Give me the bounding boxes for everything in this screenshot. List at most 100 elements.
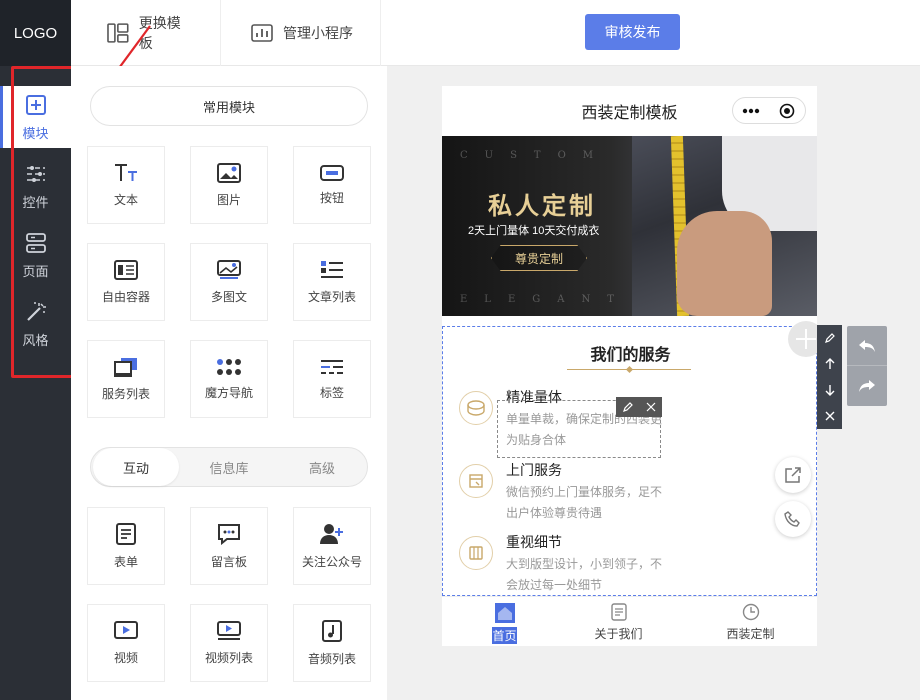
multi-image-icon bbox=[217, 259, 241, 279]
module-button[interactable]: 按钮 bbox=[293, 146, 371, 224]
service-item[interactable]: 重视细节 大到版型设计，小到领子，不会放过每一处细节 bbox=[459, 532, 799, 602]
text-icon bbox=[115, 163, 137, 181]
banner-ghost-top: CUSTOM bbox=[460, 150, 611, 161]
measure-icon bbox=[459, 391, 493, 425]
category-tabs: 互动 信息库 高级 bbox=[90, 447, 368, 487]
share-button[interactable] bbox=[775, 457, 811, 493]
article-list-icon bbox=[321, 260, 343, 278]
tile-label: 文本 bbox=[113, 192, 138, 207]
undo-icon[interactable] bbox=[847, 326, 887, 366]
document-icon bbox=[610, 603, 627, 621]
publish-button[interactable]: 审核发布 bbox=[585, 14, 680, 50]
delete-icon[interactable] bbox=[817, 403, 842, 429]
clock-icon bbox=[742, 603, 759, 621]
more-icon bbox=[733, 98, 769, 123]
bottom-tab-bar: 首页 关于我们 西装定制 bbox=[442, 596, 817, 646]
service-name: 重视细节 bbox=[506, 534, 562, 550]
service-name: 上门服务 bbox=[506, 462, 562, 478]
container-icon bbox=[114, 259, 138, 280]
pages-icon bbox=[25, 232, 46, 253]
tile-label: 标签 bbox=[319, 385, 344, 400]
page-preview: 西装定制模板 CUSTOM ELEGANT 私人定制 2天上门量体 10天交付成… bbox=[442, 86, 817, 646]
section-tool-strip bbox=[817, 325, 842, 429]
move-down-icon[interactable] bbox=[817, 377, 842, 403]
suit-detail-icon bbox=[459, 536, 493, 570]
sidebar-item-label: 控件 bbox=[22, 194, 49, 210]
module-video[interactable]: 视频 bbox=[87, 604, 165, 682]
sliders-icon bbox=[26, 165, 45, 182]
tabbar-item-home[interactable]: 首页 bbox=[442, 603, 567, 644]
module-grid-nav[interactable]: 魔方导航 bbox=[190, 340, 268, 418]
redo-icon[interactable] bbox=[847, 366, 887, 406]
module-video-list[interactable]: 视频列表 bbox=[190, 604, 268, 682]
sidebar-item-label: 页面 bbox=[22, 263, 49, 279]
tab-interaction[interactable]: 互动 bbox=[93, 448, 179, 486]
module-service-list[interactable]: 服务列表 bbox=[87, 340, 165, 418]
title-divider-dot bbox=[625, 365, 634, 374]
tabbar-item-suit[interactable]: 西装定制 bbox=[688, 603, 813, 642]
page-title: 西装定制模板 bbox=[581, 105, 678, 122]
magic-wand-icon bbox=[26, 301, 46, 321]
grid-nav-icon bbox=[217, 358, 241, 375]
common-modules-header[interactable]: 常用模块 bbox=[90, 86, 368, 126]
tile-label: 音频列表 bbox=[307, 651, 356, 666]
move-up-icon[interactable] bbox=[817, 351, 842, 377]
sidebar-item-pages[interactable]: 页面 bbox=[0, 224, 71, 286]
tile-label: 服务列表 bbox=[101, 386, 150, 401]
services-title: 我们的服务 bbox=[590, 347, 671, 364]
service-desc: 大到版型设计，小到领子，不会放过每一处细节 bbox=[506, 557, 663, 592]
module-text[interactable]: 文本 bbox=[87, 146, 165, 224]
left-sidebar: LOGO 模块 控件 页面 风格 bbox=[0, 0, 71, 700]
service-desc: 微信预约上门量体服务，足不出户体验尊贵待遇 bbox=[506, 485, 663, 520]
tags-icon bbox=[321, 359, 343, 374]
tile-label: 视频 bbox=[113, 650, 138, 665]
sidebar-item-label: 风格 bbox=[22, 332, 49, 348]
module-free-container[interactable]: 自由容器 bbox=[87, 243, 165, 321]
logo: LOGO bbox=[0, 0, 71, 66]
tab-label: 管理小程序 bbox=[283, 25, 353, 41]
service-list-icon bbox=[114, 357, 137, 377]
banner-photo-hand bbox=[677, 211, 772, 316]
edit-icon[interactable] bbox=[817, 325, 842, 351]
banner-cta-button[interactable]: 尊贵定制 bbox=[491, 245, 587, 271]
close-icon[interactable] bbox=[639, 397, 662, 417]
history-panel bbox=[847, 326, 887, 406]
module-article-list[interactable]: 文章列表 bbox=[293, 243, 371, 321]
module-follow-account[interactable]: 关注公众号 bbox=[293, 507, 371, 585]
hero-banner[interactable]: CUSTOM ELEGANT 私人定制 2天上门量体 10天交付成衣 尊贵定制 bbox=[442, 136, 817, 316]
module-form[interactable]: 表单 bbox=[87, 507, 165, 585]
door-service-icon bbox=[459, 464, 493, 498]
video-icon bbox=[114, 620, 138, 639]
banner-ghost-bottom: ELEGANT bbox=[460, 294, 631, 305]
module-image[interactable]: 图片 bbox=[190, 146, 268, 224]
tile-label: 多图文 bbox=[210, 289, 247, 304]
tile-label: 视频列表 bbox=[204, 650, 253, 665]
tabbar-item-about[interactable]: 关于我们 bbox=[556, 603, 681, 642]
module-audio-list[interactable]: 音频列表 bbox=[293, 604, 371, 682]
audio-list-icon bbox=[322, 619, 342, 642]
service-item[interactable]: 上门服务 微信预约上门量体服务，足不出户体验尊贵待遇 bbox=[459, 460, 799, 530]
tab-manage-miniprogram[interactable]: 管理小程序 bbox=[221, 0, 381, 66]
top-bar: 更换模板 管理小程序 审核发布 bbox=[71, 0, 920, 66]
sidebar-item-style[interactable]: 风格 bbox=[0, 293, 71, 355]
tile-label: 关注公众号 bbox=[301, 554, 362, 569]
sidebar-item-modules[interactable]: 模块 bbox=[0, 86, 71, 148]
share-icon bbox=[785, 467, 801, 483]
module-message-board[interactable]: 留言板 bbox=[190, 507, 268, 585]
call-button[interactable] bbox=[775, 501, 811, 537]
module-tags[interactable]: 标签 bbox=[293, 340, 371, 418]
tab-advanced[interactable]: 高级 bbox=[279, 448, 365, 486]
sidebar-item-controls[interactable]: 控件 bbox=[0, 155, 71, 217]
tab-info-library[interactable]: 信息库 bbox=[186, 448, 272, 486]
phone-icon bbox=[784, 511, 800, 527]
close-target-icon bbox=[769, 98, 805, 123]
edit-icon[interactable] bbox=[616, 397, 639, 417]
button-icon bbox=[320, 164, 344, 181]
services-section[interactable]: 我们的服务 精准量体 单量单裁，确保定制的西装更为贴身合体 上门服务 微信预约上… bbox=[442, 321, 817, 596]
miniprogram-capsule[interactable] bbox=[732, 97, 806, 124]
form-icon bbox=[116, 522, 136, 545]
sidebar-item-label: 模块 bbox=[22, 125, 49, 141]
home-icon bbox=[494, 603, 515, 623]
module-multi-image[interactable]: 多图文 bbox=[190, 243, 268, 321]
tile-label: 文章列表 bbox=[307, 289, 356, 304]
